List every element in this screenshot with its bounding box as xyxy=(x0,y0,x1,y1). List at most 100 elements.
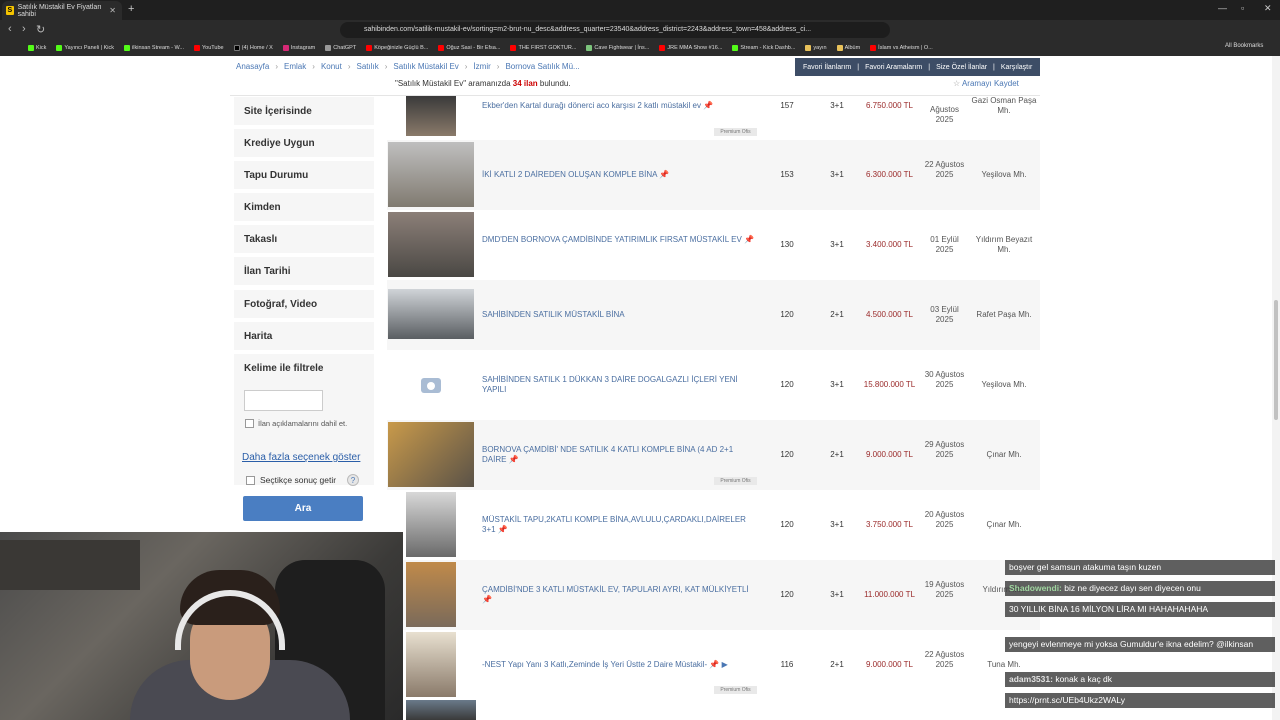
breadcrumb: Anasayfa › Emlak › Konut › Satılık › Satılık… xyxy=(236,62,580,71)
listing-price: 6.750.000 TL xyxy=(865,101,913,110)
scrollbar-thumb[interactable] xyxy=(1274,300,1278,420)
bookmark-jre[interactable]: JRE MMA Show #16... xyxy=(659,45,722,51)
more-options-link[interactable]: Daha fazla seçenek göster xyxy=(242,452,360,463)
save-search-button[interactable]: ☆ Aramayı Kaydet xyxy=(953,79,1019,88)
breadcrumb-item[interactable]: Satılık Müstakil Ev xyxy=(393,62,458,71)
table-row[interactable]: ÇAMDİBİ'NDE 3 KATLI MÜSTAKİL EV, TAPULAR… xyxy=(387,560,1040,630)
bookmark-kick[interactable]: Kick xyxy=(28,45,46,51)
bookmark-islam[interactable]: İslam vs Atheism | O... xyxy=(870,45,933,51)
filter-photo-video[interactable]: Fotoğraf, Video xyxy=(234,290,374,320)
listing-title[interactable]: Ekber'den Kartal durağı dönerci aco karş… xyxy=(482,101,757,111)
bookmark-kick-dashboard[interactable]: Stream - Kick Dashb... xyxy=(732,45,795,51)
listing-title[interactable]: BORNOVA ÇAMDİBİ' NDE SATILIK 4 KATLI KOM… xyxy=(482,445,757,465)
bookmark-video-1[interactable]: Köpeğinizle Güçlü B... xyxy=(366,45,428,51)
listing-title[interactable]: -NEST Yapı Yanı 3 Katlı,Zeminde İş Yeri … xyxy=(482,660,757,670)
listing-photo[interactable] xyxy=(406,632,456,697)
pin-icon: 📌 xyxy=(709,660,720,669)
breadcrumb-item[interactable]: Emlak xyxy=(284,62,306,71)
table-row[interactable]: -NEST Yapı Yanı 3 Katlı,Zeminde İş Yeri … xyxy=(387,630,1040,700)
listing-photo[interactable] xyxy=(406,492,456,557)
breadcrumb-item[interactable]: Satılık xyxy=(357,62,379,71)
listing-price: 9.000.000 TL xyxy=(865,450,913,459)
filter-site[interactable]: Site İçerisinde xyxy=(234,97,374,127)
bookmark-youtube[interactable]: YouTube xyxy=(194,45,224,51)
chat-message: yengeyi evlenmeye mi yoksa Gumuldur'e ik… xyxy=(1005,637,1275,652)
filter-date[interactable]: İlan Tarihi xyxy=(234,257,374,287)
bookmark-x[interactable]: (4) Home / X xyxy=(233,45,273,51)
listing-photo[interactable] xyxy=(406,562,456,627)
bookmark-kick-panel[interactable]: Yayıncı Paneli | Kick xyxy=(56,45,114,51)
minimize-icon[interactable]: — xyxy=(1218,3,1227,13)
filter-sidebar: Site İçerisinde Krediye Uygun Tapu Durum… xyxy=(234,97,374,530)
table-row[interactable]: BORNOVA ÇAMDİBİ' NDE SATILIK 4 KATLI KOM… xyxy=(387,420,1040,490)
back-icon[interactable]: ‹ xyxy=(8,23,12,35)
personal-listings-link[interactable]: Size Özel İlanlar xyxy=(936,64,987,71)
include-description-checkbox[interactable] xyxy=(245,419,254,428)
camera-icon xyxy=(421,378,441,393)
listing-location: Yeşilova Mh. xyxy=(981,380,1027,389)
bookmark-folder-yayin[interactable]: yayın xyxy=(805,45,827,51)
listing-photo[interactable] xyxy=(406,96,456,136)
table-row[interactable]: SAHİBİNDEN SATILK 1 DÜKKAN 3 DAİRE DOGAL… xyxy=(387,350,1040,420)
listing-title[interactable]: SAHİBİNDEN SATILK 1 DÜKKAN 3 DAİRE DOGAL… xyxy=(482,375,757,395)
filter-swap[interactable]: Takaslı xyxy=(234,225,374,255)
listing-title[interactable]: DMD'DEN BORNOVA ÇAMDİBİNDE YATIRIMLIK FI… xyxy=(482,235,757,245)
bookmark-chatgpt[interactable]: ChatGPT xyxy=(325,45,356,51)
help-icon[interactable]: ? xyxy=(347,474,359,486)
filter-deed[interactable]: Tapu Durumu xyxy=(234,161,374,191)
listing-photo[interactable] xyxy=(388,422,474,487)
chat-message: adam3531: konak a kaç dk xyxy=(1005,672,1275,687)
reload-icon[interactable]: ↻ xyxy=(36,23,45,36)
all-bookmarks[interactable]: All Bookmarks xyxy=(1225,43,1263,49)
table-row[interactable]: Ekber'den Kartal durağı dönerci aco karş… xyxy=(387,96,1040,140)
listing-photo[interactable] xyxy=(406,700,476,720)
forward-icon[interactable]: › xyxy=(22,23,26,35)
bookmark-folder-album[interactable]: Albüm xyxy=(836,45,860,51)
favorites-bar: Favori İlanlarım | Favori Aramalarım | Siz… xyxy=(795,58,1040,76)
breadcrumb-item[interactable]: İzmir xyxy=(473,62,490,71)
filter-map[interactable]: Harita xyxy=(234,322,374,352)
chat-text: konak a kaç dk xyxy=(1055,674,1113,684)
breadcrumb-item[interactable]: Bornova Satılık Mü... xyxy=(505,62,579,71)
instant-results-label: Seçtikçe sonuç getir xyxy=(260,475,337,485)
browser-tab[interactable]: S Satılık Müstakil Ev Fiyatları sahibi ✕ xyxy=(2,1,122,20)
maximize-icon[interactable]: ▫ xyxy=(1241,3,1244,13)
breadcrumb-item[interactable]: Konut xyxy=(321,62,342,71)
close-tab-icon[interactable]: ✕ xyxy=(109,6,116,15)
table-row[interactable]: MÜSTAKİL TAPU,2KATLI KOMPLE BİNA,AVLULU,… xyxy=(387,490,1040,560)
keyword-input[interactable] xyxy=(244,390,323,411)
close-window-icon[interactable]: ✕ xyxy=(1264,3,1272,14)
filter-seller[interactable]: Kimden xyxy=(234,193,374,223)
listing-title[interactable]: İKİ KATLI 2 DAİREDEN OLUŞAN KOMPLE BİNA … xyxy=(482,170,757,180)
chat-message: https://prnt.sc/UEb4Ukz2WALy xyxy=(1005,693,1275,708)
listing-title[interactable]: ÇAMDİBİ'NDE 3 KATLI MÜSTAKİL EV, TAPULAR… xyxy=(482,585,757,605)
table-row[interactable]: İKİ KATLI 2 DAİREDEN OLUŞAN KOMPLE BİNA … xyxy=(387,140,1040,210)
star-icon: ☆ xyxy=(953,79,961,88)
favorite-listings-link[interactable]: Favori İlanlarım xyxy=(803,64,851,71)
breadcrumb-item[interactable]: Anasayfa xyxy=(236,62,269,71)
chat-message: boşver gel samsun atakuma taşın kuzen xyxy=(1005,560,1275,575)
bookmark-cave[interactable]: Cave Fightwear | İns... xyxy=(586,45,649,51)
table-row[interactable]: DMD'DEN BORNOVA ÇAMDİBİNDE YATIRIMLIK FI… xyxy=(387,210,1040,280)
instant-results-checkbox[interactable] xyxy=(246,476,255,485)
bookmark-video-2[interactable]: Oğuz Sasi - Bir Efsa... xyxy=(438,45,500,51)
url-field[interactable]: sahibinden.com/satilik-mustakil-ev/sorti… xyxy=(340,22,890,38)
listing-title[interactable]: SAHİBİNDEN SATILIK MÜSTAKİL BİNA xyxy=(482,310,757,320)
table-row[interactable]: SAHİBİNDEN SATILIK MÜSTAKİL BİNA 120 2+1… xyxy=(387,280,1040,350)
listing-photo[interactable] xyxy=(388,289,474,339)
favorite-searches-link[interactable]: Favori Aramalarım xyxy=(865,64,922,71)
listing-location: Çınar Mh. xyxy=(986,450,1022,459)
bookmark-stream[interactable]: ilkinsan Stream - W... xyxy=(124,45,184,51)
bookmark-video-3[interactable]: THE FIRST GOKTUR... xyxy=(510,45,576,51)
new-tab-icon[interactable]: + xyxy=(128,3,134,15)
bookmark-instagram[interactable]: Instagram xyxy=(282,45,315,51)
listing-title[interactable]: MÜSTAKİL TAPU,2KATLI KOMPLE BİNA,AVLULU,… xyxy=(482,515,757,535)
listing-photo[interactable] xyxy=(388,142,474,207)
filter-credit[interactable]: Krediye Uygun xyxy=(234,129,374,159)
tab-title: Satılık Müstakil Ev Fiyatları sahibi xyxy=(17,3,102,18)
compare-link[interactable]: Karşılaştır xyxy=(1001,64,1033,71)
search-button[interactable]: Ara xyxy=(243,496,363,521)
listing-price: 3.750.000 TL xyxy=(865,520,913,529)
listing-photo[interactable] xyxy=(388,212,474,277)
results-summary: "Satılık Müstakil Ev" aramanızda 34 ilan… xyxy=(395,79,571,88)
